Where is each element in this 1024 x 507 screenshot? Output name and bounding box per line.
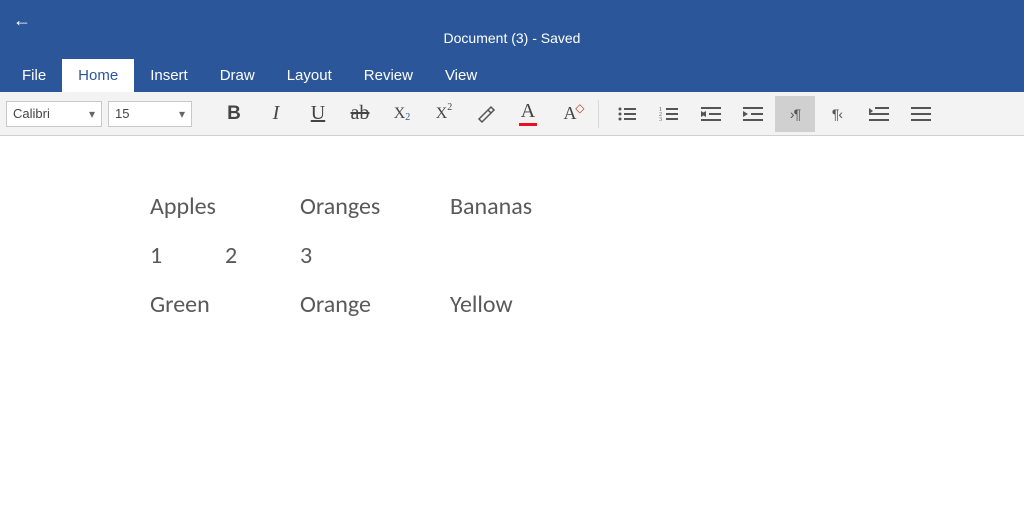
italic-button[interactable]: I bbox=[256, 96, 296, 132]
clear-formatting-icon: A◇ bbox=[564, 103, 577, 124]
ltr-paragraph-button[interactable]: ›¶ bbox=[775, 96, 815, 132]
ribbon-home: Calibri ▾ 15 ▾ B I U ab X2 X2 A A◇ 123 ›… bbox=[0, 92, 1024, 136]
strikethrough-button[interactable]: ab bbox=[340, 96, 380, 132]
rtl-paragraph-button[interactable]: ¶‹ bbox=[817, 96, 857, 132]
font-size-combo[interactable]: 15 ▾ bbox=[108, 101, 192, 127]
cell[interactable]: 2 bbox=[225, 231, 300, 280]
highlight-button[interactable] bbox=[466, 96, 506, 132]
document-title: Document (3) - Saved bbox=[444, 30, 581, 46]
document-table: Apples Oranges Bananas 1 2 3 Green Orang… bbox=[150, 182, 600, 329]
table-row: Apples Oranges Bananas bbox=[150, 182, 600, 231]
cell[interactable]: Bananas bbox=[450, 182, 600, 231]
table-row: 1 2 3 bbox=[150, 231, 600, 280]
clear-formatting-button[interactable]: A◇ bbox=[550, 96, 590, 132]
cell[interactable]: Apples bbox=[150, 182, 300, 231]
font-name-value: Calibri bbox=[13, 106, 50, 121]
arrow-left-icon: ← bbox=[13, 10, 31, 31]
align-button[interactable] bbox=[901, 96, 941, 132]
font-color-button[interactable]: A bbox=[508, 96, 548, 132]
subscript-button[interactable]: X2 bbox=[382, 96, 422, 132]
decrease-indent-icon bbox=[701, 106, 721, 122]
tab-view[interactable]: View bbox=[429, 59, 493, 92]
title-bar: ← Document (3) - Saved bbox=[0, 0, 1024, 58]
chevron-down-icon: ▾ bbox=[89, 107, 95, 121]
align-icon bbox=[911, 106, 931, 122]
highlighter-icon bbox=[476, 104, 496, 124]
bulleted-list-icon bbox=[617, 106, 637, 122]
tab-insert[interactable]: Insert bbox=[134, 59, 204, 92]
tab-layout[interactable]: Layout bbox=[271, 59, 348, 92]
underline-button[interactable]: U bbox=[298, 96, 338, 132]
cell[interactable]: Oranges bbox=[300, 182, 450, 231]
tab-file[interactable]: File bbox=[6, 59, 62, 92]
font-color-icon: A bbox=[521, 101, 535, 121]
increase-indent-icon bbox=[743, 106, 763, 122]
numbered-list-icon: 123 bbox=[659, 106, 679, 122]
cell[interactable]: 1 bbox=[150, 231, 225, 280]
numbered-list-button[interactable]: 123 bbox=[649, 96, 689, 132]
svg-text:3: 3 bbox=[659, 117, 662, 122]
document-canvas[interactable]: Apples Oranges Bananas 1 2 3 Green Orang… bbox=[0, 136, 1024, 375]
increase-indent-button[interactable] bbox=[733, 96, 773, 132]
font-name-combo[interactable]: Calibri ▾ bbox=[6, 101, 102, 127]
superscript-button[interactable]: X2 bbox=[424, 96, 464, 132]
table-row: Green Orange Yellow bbox=[150, 280, 600, 329]
tab-review[interactable]: Review bbox=[348, 59, 429, 92]
pilcrow-rtl-icon: ¶‹ bbox=[832, 106, 842, 122]
separator bbox=[598, 100, 599, 128]
font-size-value: 15 bbox=[115, 106, 129, 121]
special-indent-icon bbox=[869, 106, 889, 122]
tab-home[interactable]: Home bbox=[62, 59, 134, 92]
pilcrow-ltr-icon: ›¶ bbox=[790, 106, 800, 122]
bulleted-list-button[interactable] bbox=[607, 96, 647, 132]
bold-button[interactable]: B bbox=[214, 96, 254, 132]
tab-draw[interactable]: Draw bbox=[204, 59, 271, 92]
decrease-indent-button[interactable] bbox=[691, 96, 731, 132]
cell[interactable]: Green bbox=[150, 280, 300, 329]
cell[interactable]: Orange bbox=[300, 280, 450, 329]
special-indent-button[interactable] bbox=[859, 96, 899, 132]
back-button[interactable]: ← bbox=[8, 6, 36, 34]
cell[interactable]: 3 bbox=[300, 231, 450, 280]
chevron-down-icon: ▾ bbox=[179, 107, 185, 121]
menu-bar: File Home Insert Draw Layout Review View bbox=[0, 58, 1024, 92]
cell[interactable]: Yellow bbox=[450, 280, 600, 329]
